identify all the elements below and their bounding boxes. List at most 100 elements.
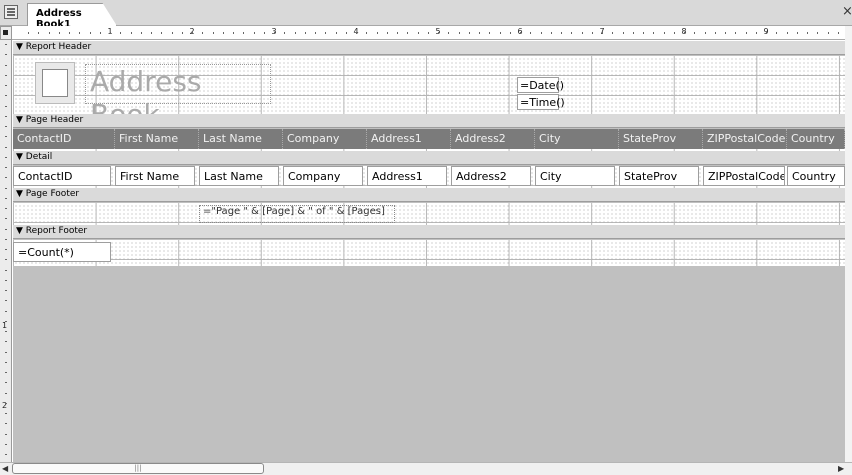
report-design-canvas: ▼ Report Header Address Book =Date() =Ti… [13,41,845,462]
label-last-name[interactable]: Last Name [199,129,283,149]
vruler-tick [5,259,7,261]
ruler-tick [48,32,50,34]
ruler-tick [479,32,480,34]
field-contactid[interactable]: ContactID [13,166,111,186]
ruler-tick [735,32,737,34]
vruler-tick [5,74,7,76]
ruler-tick [325,32,327,34]
vruler-number: 1 [2,321,8,330]
field-last-name[interactable]: Last Name [199,166,279,186]
page-number-textbox[interactable]: ="Page " & [Page] & " of " & [Pages] [199,205,395,223]
report-selector[interactable] [0,26,12,40]
ruler-tick [550,32,552,34]
vruler-tick [5,372,7,373]
ruler-tick [202,32,204,34]
ruler-tick [89,32,91,34]
detail-bar[interactable]: ▼ Detail [13,151,845,165]
label-city[interactable]: City [535,129,619,149]
vruler-tick [5,433,7,435]
horizontal-scroll-thumb[interactable]: ||| [12,463,264,474]
report-title[interactable]: Address Book [85,64,271,131]
report-footer-section[interactable]: =Count(*) [13,240,845,266]
vertical-ruler: 1 2 [0,26,12,462]
ruler-tick [745,32,747,34]
scroll-right-icon[interactable]: ▶ [838,464,844,473]
label-stateprov[interactable]: StateProv [619,129,703,149]
field-zippostalcode[interactable]: ZIPPostalCode [703,166,785,186]
ruler-tick [632,32,634,34]
report-footer-bar[interactable]: ▼ Report Footer [13,225,845,239]
report-logo-icon[interactable] [35,62,75,104]
report-header-section[interactable]: Address Book =Date() =Time() [13,56,845,131]
close-tab-button[interactable]: × [842,4,852,19]
detail-section[interactable]: ContactID First Name Last Name Company A… [13,166,845,188]
ruler-tick [427,32,429,34]
field-country[interactable]: Country [787,166,845,186]
document-tab[interactable]: Address Book1 [27,3,117,26]
label-contactid[interactable]: ContactID [13,129,115,149]
report-icon [4,5,18,19]
page-header-bar[interactable]: ▼ Page Header [13,114,845,128]
ruler-tick [684,32,685,34]
field-company[interactable]: Company [283,166,363,186]
vruler-tick [5,300,7,302]
vruler-tick [5,177,7,179]
vruler-tick [5,249,7,250]
ruler-tick [817,32,819,34]
ruler-tick [161,32,163,34]
vruler-tick [5,443,7,445]
field-first-name[interactable]: First Name [115,166,195,186]
label-address1[interactable]: Address1 [367,129,451,149]
ruler-tick [499,32,501,34]
ruler-tick [38,32,40,34]
ruler-tick [212,32,214,34]
vruler-tick [5,156,7,158]
report-header-bar[interactable]: ▼ Report Header [13,41,845,55]
label-country[interactable]: Country [787,129,845,149]
ruler-tick [233,32,234,34]
vertical-scrollbar[interactable] [845,26,852,462]
date-textbox[interactable]: =Date() [517,77,564,93]
ruler-tick [386,32,388,34]
count-textbox[interactable]: =Count(*) [13,242,111,262]
vruler-tick [5,126,7,127]
vruler-tick [5,238,7,240]
page-header-section[interactable]: ContactID First Name Last Name Company A… [13,129,845,151]
vruler-tick [5,310,7,312]
ruler-tick [345,32,347,34]
vruler-tick [5,95,7,97]
time-textbox[interactable]: =Time() [517,94,565,110]
field-stateprov[interactable]: StateProv [619,166,699,186]
ruler-tick [581,32,583,34]
field-city[interactable]: City [535,166,615,186]
label-address2[interactable]: Address2 [451,129,535,149]
ruler-tick [622,32,624,34]
vruler-tick [5,279,7,281]
scroll-left-icon[interactable]: ◀ [2,464,8,473]
vruler-tick [5,197,7,199]
label-zippostalcode[interactable]: ZIPPostalCode [703,129,787,149]
vruler-tick [5,228,7,230]
label-first-name[interactable]: First Name [115,129,199,149]
vruler-tick [5,44,7,45]
ruler-tick [673,32,675,34]
ruler-tick [438,32,439,34]
ruler-tick [417,32,419,34]
vruler-tick [5,136,7,138]
vruler-tick [5,341,7,343]
ruler-tick [509,32,511,34]
vruler-tick [5,320,7,322]
ruler-tick [694,32,696,34]
ruler-tick [591,32,593,34]
field-address1[interactable]: Address1 [367,166,447,186]
field-address2[interactable]: Address2 [451,166,531,186]
page-footer-section[interactable]: ="Page " & [Page] & " of " & [Pages] [13,203,845,225]
ruler-tick [28,32,29,34]
label-company[interactable]: Company [283,129,367,149]
vruler-tick [5,64,7,66]
page-footer-bar[interactable]: ▼ Page Footer [13,188,845,202]
ruler-tick [520,32,521,34]
ruler-tick [284,32,286,34]
vruler-tick [5,115,7,117]
vruler-tick [5,85,7,86]
